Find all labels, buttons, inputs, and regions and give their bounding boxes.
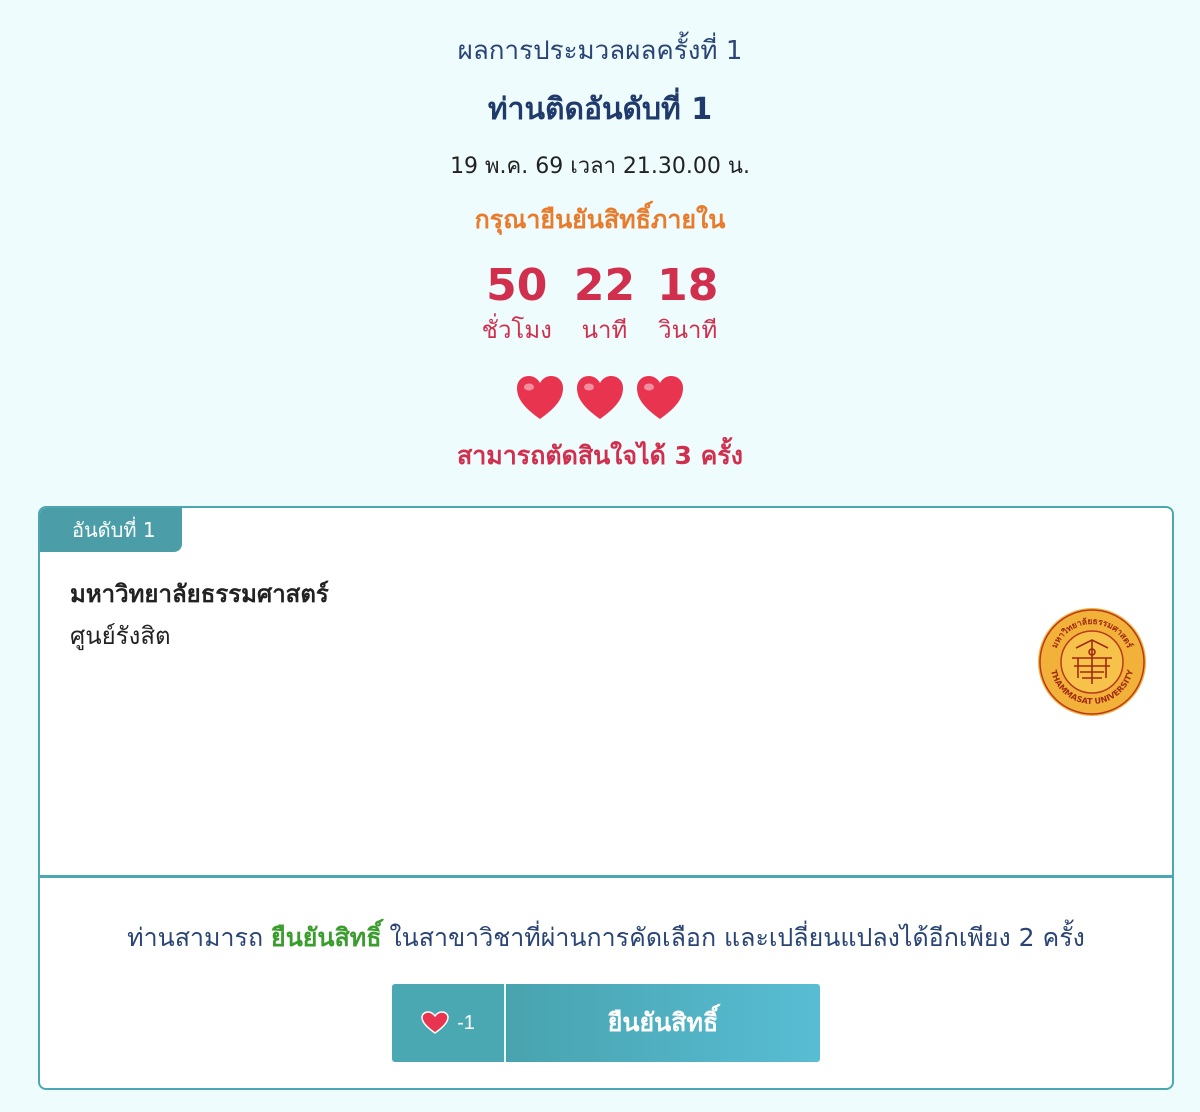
info-text: ท่านสามารถ ยืนยันสิทธิ์ ในสาขาวิชาที่ผ่า…	[40, 918, 1172, 958]
datetime: 19 พ.ค. 69 เวลา 21.30.00 น.	[450, 154, 750, 179]
heart-cost-button[interactable]: -1	[392, 984, 504, 1062]
round-title: ผลการประมวลผลครั้งที่ 1	[457, 36, 743, 66]
heart-cost-label: -1	[457, 1011, 475, 1034]
countdown-minutes: 22 นาที	[574, 258, 635, 346]
heart-icon	[637, 376, 683, 419]
confirm-action-group: -1 ยืนยันสิทธิ์	[392, 984, 820, 1062]
info-suffix: ในสาขาวิชาที่ผ่านการคัดเลือก และเปลี่ยนแ…	[381, 923, 1085, 952]
hearts-row	[0, 374, 1200, 422]
countdown-minutes-label: นาที	[581, 316, 628, 344]
confirm-within-label: กรุณายืนยันสิทธิ์ภายใน	[474, 205, 726, 234]
heart-icon	[421, 1011, 449, 1034]
info-prefix: ท่านสามารถ	[127, 923, 272, 952]
countdown-seconds-value: 18	[657, 260, 719, 311]
decisions-remaining: สามารถตัดสินใจได้ 3 ครั้ง	[456, 441, 744, 470]
university-seal-icon: มหาวิทยาลัยธรรมศาสตร์ THAMMASAT UNIVERSI…	[1038, 608, 1146, 716]
countdown: 50 ชั่วโมง 22 นาที 18 วินาที	[0, 258, 1200, 346]
university-name: มหาวิทยาลัยธรรมศาสตร์	[70, 580, 329, 608]
confirm-rights-button[interactable]: ยืนยันสิทธิ์	[506, 984, 820, 1062]
campus-name: ศูนย์รังสิต	[70, 622, 171, 650]
result-card: อันดับที่ 1 มหาวิทยาลัยธรรมศาสตร์ ศูนย์ร…	[38, 506, 1174, 1090]
countdown-hours-label: ชั่วโมง	[481, 316, 552, 344]
countdown-hours-value: 50	[486, 260, 548, 311]
heart-icon	[577, 376, 623, 419]
program-panel: อันดับที่ 1 มหาวิทยาลัยธรรมศาสตร์ ศูนย์ร…	[40, 508, 1172, 878]
countdown-hours: 50 ชั่วโมง	[482, 258, 552, 346]
countdown-minutes-value: 22	[573, 260, 636, 311]
rank-title: ท่านติดอันดับที่ 1	[487, 92, 713, 127]
info-highlight: ยืนยันสิทธิ์	[271, 923, 382, 952]
countdown-seconds: 18 วินาที	[657, 258, 718, 346]
countdown-seconds-label: วินาที	[658, 316, 718, 344]
heart-icon	[517, 376, 563, 419]
rank-tab: อันดับที่ 1	[40, 508, 182, 552]
